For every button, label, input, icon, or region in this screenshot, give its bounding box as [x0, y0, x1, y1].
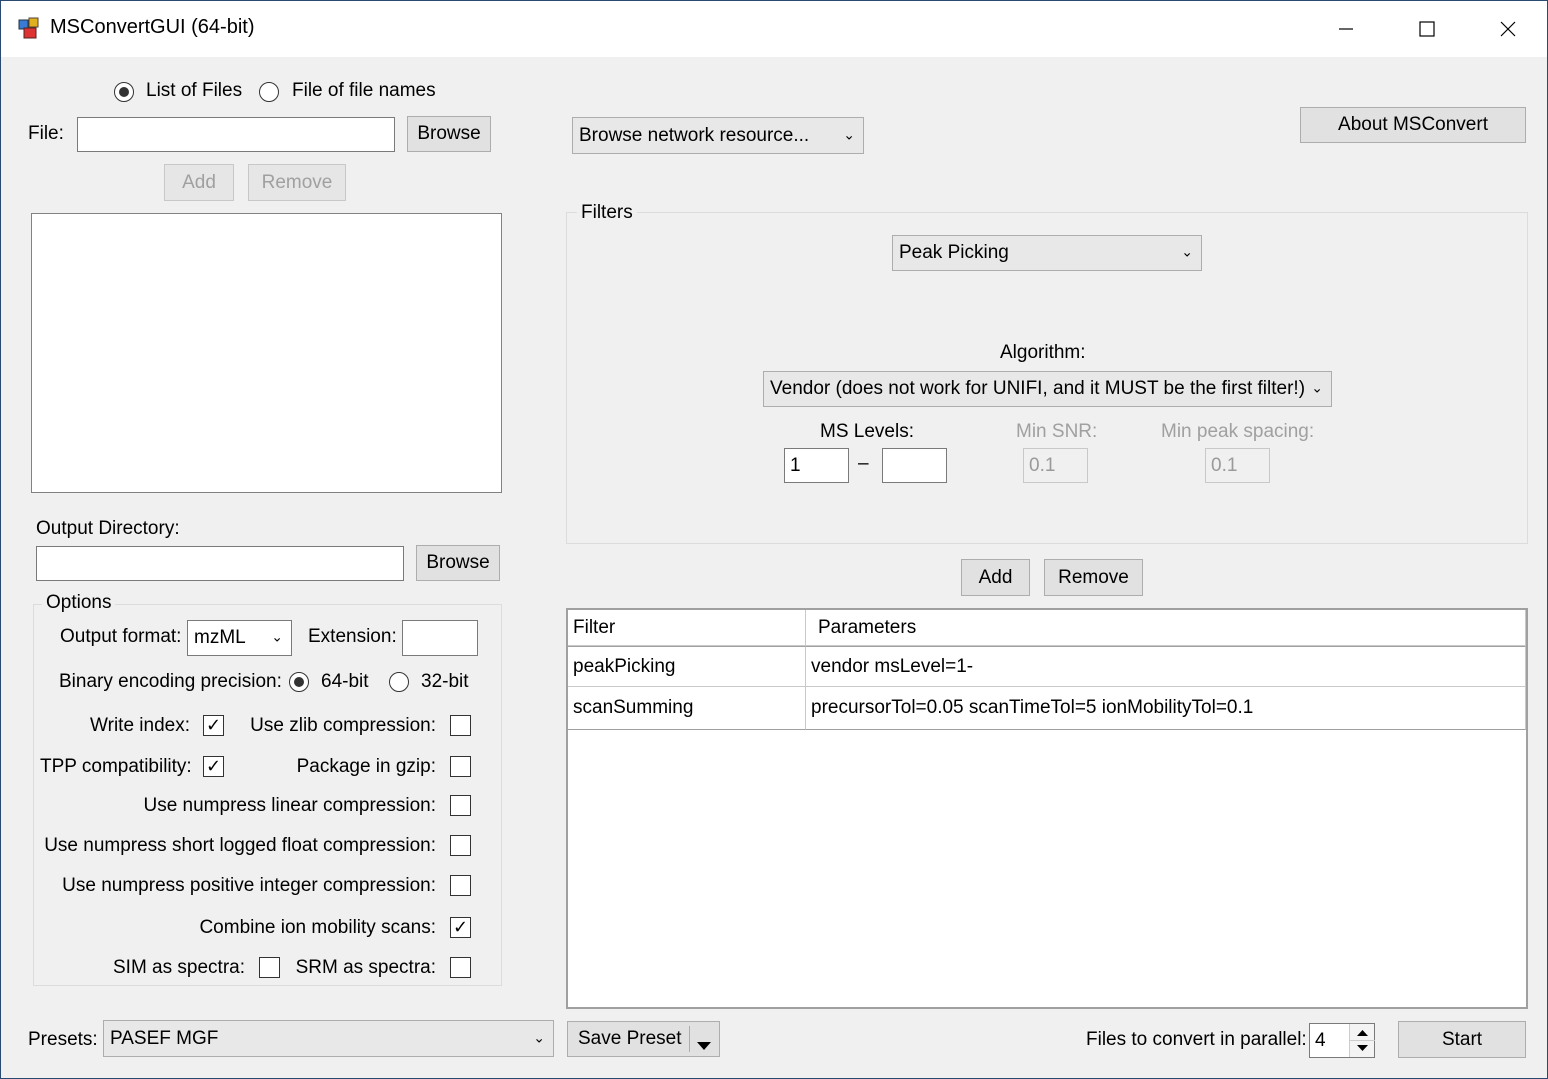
numpress-linear-checkbox[interactable] [450, 795, 471, 816]
srm-as-spectra-label: SRM as spectra: [295, 957, 436, 978]
sim-as-spectra-checkbox[interactable] [259, 957, 280, 978]
numpress-linear-label: Use numpress linear compression: [143, 795, 436, 816]
algorithm-label: Algorithm: [1000, 342, 1086, 363]
split-divider [689, 1026, 690, 1052]
close-icon[interactable] [1468, 1, 1548, 57]
add-file-button[interactable]: Add [164, 164, 234, 201]
file-of-file-names-radio[interactable] [259, 82, 279, 102]
zlib-label: Use zlib compression: [250, 715, 436, 736]
filter-column-header[interactable]: Filter [568, 610, 806, 646]
combine-ion-mobility-checkbox[interactable]: ✓ [450, 917, 471, 938]
file-of-file-names-label: File of file names [292, 80, 436, 101]
ms-level-from-input[interactable]: 1 [784, 448, 849, 483]
file-input[interactable] [77, 117, 395, 152]
extension-input[interactable] [402, 620, 478, 656]
chevron-down-icon: ⌄ [1181, 243, 1193, 260]
filter-type-select[interactable]: Peak Picking ⌄ [892, 235, 1202, 271]
algorithm-value: Vendor (does not work for UNIFI, and it … [770, 378, 1306, 399]
add-filter-button[interactable]: Add [961, 559, 1030, 596]
browse-network-select[interactable]: Browse network resource... ⌄ [572, 117, 864, 154]
options-title: Options [42, 592, 116, 614]
tpp-label: TPP compatibility: [40, 756, 192, 777]
srm-as-spectra-checkbox[interactable] [450, 957, 471, 978]
output-directory-input[interactable] [36, 546, 404, 581]
remove-file-button[interactable]: Remove [248, 164, 346, 201]
min-snr-label: Min SNR: [1016, 421, 1098, 442]
precision-64bit-label: 64-bit [321, 671, 369, 692]
ms-levels-label: MS Levels: [820, 421, 914, 442]
numpress-slof-checkbox[interactable] [450, 835, 471, 856]
files-parallel-label: Files to convert in parallel: [1086, 1029, 1307, 1050]
save-preset-label: Save Preset [578, 1028, 682, 1049]
parameters-column-header[interactable]: Parameters [806, 610, 1526, 646]
combine-ion-mobility-label: Combine ion mobility scans: [199, 917, 436, 938]
precision-64bit-radio[interactable] [289, 672, 309, 692]
output-directory-label: Output Directory: [36, 518, 180, 539]
write-index-label: Write index: [90, 715, 190, 736]
min-peak-spacing-input[interactable]: 0.1 [1205, 448, 1270, 483]
binary-precision-label: Binary encoding precision: [59, 671, 282, 692]
window-title: MSConvertGUI (64-bit) [50, 16, 255, 38]
app-icon [18, 17, 40, 39]
file-label: File: [28, 123, 64, 144]
chevron-down-icon: ⌄ [533, 1029, 545, 1046]
tpp-checkbox[interactable]: ✓ [203, 756, 224, 777]
files-parallel-value: 4 [1315, 1029, 1326, 1051]
output-format-label: Output format: [60, 626, 182, 647]
about-button[interactable]: About MSConvert [1300, 107, 1526, 143]
numpress-pic-checkbox[interactable] [450, 875, 471, 896]
numpress-pic-label: Use numpress positive integer compressio… [62, 875, 436, 896]
list-of-files-label: List of Files [146, 80, 243, 101]
filter-type-value: Peak Picking [899, 242, 1009, 263]
table-row-parameters[interactable]: precursorTol=0.05 scanTimeTol=5 ionMobil… [806, 687, 1526, 730]
maximize-icon[interactable] [1387, 1, 1467, 57]
browse-output-button[interactable]: Browse [416, 545, 500, 581]
browse-network-value: Browse network resource... [579, 124, 810, 146]
precision-32bit-label: 32-bit [421, 671, 469, 692]
algorithm-select[interactable]: Vendor (does not work for UNIFI, and it … [763, 371, 1332, 407]
list-of-files-radio[interactable] [114, 82, 134, 102]
table-row-filter[interactable]: peakPicking [568, 646, 806, 687]
preset-select[interactable]: PASEF MGF ⌄ [103, 1020, 554, 1057]
table-row-parameters[interactable]: vendor msLevel=1- [806, 646, 1526, 687]
preset-value: PASEF MGF [110, 1027, 219, 1049]
table-row-filter[interactable]: scanSumming [568, 687, 806, 730]
filters-title: Filters [577, 202, 637, 224]
min-snr-input[interactable]: 0.1 [1023, 448, 1088, 483]
write-index-checkbox[interactable]: ✓ [203, 715, 224, 736]
output-format-value: mzML [194, 627, 246, 648]
extension-label: Extension: [308, 626, 397, 647]
ms-level-to-input[interactable] [882, 448, 947, 483]
start-button[interactable]: Start [1398, 1021, 1526, 1058]
gzip-label: Package in gzip: [296, 756, 436, 777]
ms-level-dash: – [858, 453, 869, 474]
minimize-icon[interactable] [1306, 1, 1386, 57]
spinner-buttons[interactable] [1349, 1024, 1375, 1057]
file-list[interactable] [31, 213, 502, 493]
output-format-select[interactable]: mzML ⌄ [187, 620, 292, 656]
min-peak-spacing-label: Min peak spacing: [1161, 421, 1315, 442]
zlib-checkbox[interactable] [450, 715, 471, 736]
precision-32bit-radio[interactable] [389, 672, 409, 692]
browse-file-button[interactable]: Browse [407, 116, 491, 152]
chevron-down-icon: ⌄ [843, 126, 855, 143]
chevron-down-icon: ⌄ [271, 628, 283, 645]
presets-label: Presets: [28, 1029, 98, 1050]
gzip-checkbox[interactable] [450, 756, 471, 777]
sim-as-spectra-label: SIM as spectra: [113, 957, 245, 978]
remove-filter-button[interactable]: Remove [1044, 559, 1143, 596]
dropdown-arrow-icon[interactable] [697, 1035, 711, 1057]
chevron-down-icon: ⌄ [1311, 379, 1323, 396]
numpress-slof-label: Use numpress short logged float compress… [44, 835, 436, 856]
